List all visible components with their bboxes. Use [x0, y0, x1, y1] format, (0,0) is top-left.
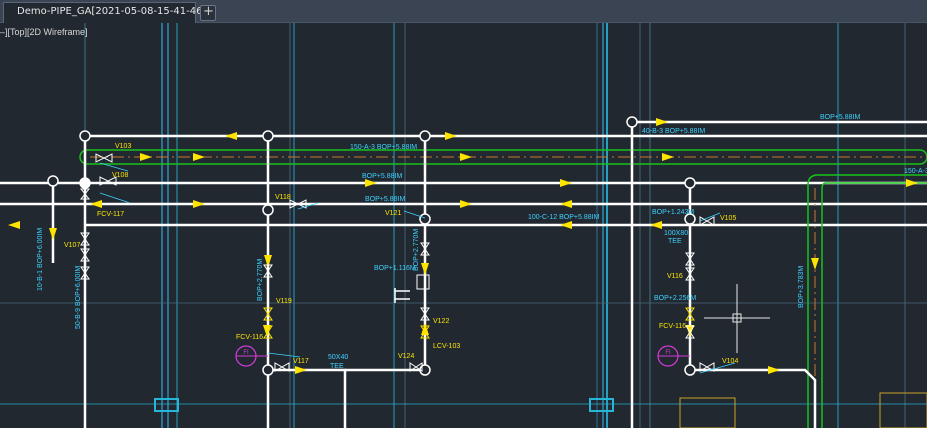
pipe-label: 10-B-1 BOP+6.00IM [37, 228, 44, 291]
pipe-support [154, 398, 179, 412]
pipe-junction-filled [80, 178, 90, 188]
pipe-junction [262, 364, 274, 376]
pipe-support [589, 398, 614, 412]
drawing-labels: 150-A-3 BOP+5.88IM BOP+5.88IM 40-B-3 BOP+5… [37, 114, 927, 370]
valves [79, 153, 736, 374]
flow-arrow-left [90, 200, 102, 208]
instrument-tag: FI [243, 350, 249, 356]
pipe-label: 50-B-9 BOP+6.00IM [75, 266, 82, 329]
pipe-label: FCV-116 [236, 334, 263, 341]
visual-style-control[interactable]: [2D Wireframe] [27, 27, 88, 37]
pipe-label: V108 [112, 172, 128, 179]
pipe-label: LCV-103 [433, 343, 460, 350]
pipe-label: BOP+3.783M [798, 266, 805, 308]
pipe-label: V124 [398, 353, 414, 360]
flow-arrow-down [686, 325, 694, 337]
flow-arrow-right [460, 200, 472, 208]
flow-arrow-right [193, 200, 205, 208]
leader-line [99, 192, 131, 204]
flow-arrow-left [560, 221, 572, 229]
pipe-label: BOP+5.88IM [820, 114, 860, 121]
view-control[interactable]: [Top] [8, 27, 28, 37]
flow-arrow-right [140, 153, 152, 161]
pipe-label: BOP+1.243M [652, 209, 694, 216]
pipe-label: 100-C-12 BOP+5.88IM [528, 214, 600, 221]
pipe-junction [47, 175, 59, 187]
document-tab-label: Demo-PIPE_GA[2021-05-08-15-41-46]* [17, 6, 212, 17]
equipment-outline [879, 392, 927, 428]
viewport-controls: –][Top][2D Wireframe] [0, 27, 88, 37]
viewport-menu-control[interactable]: –] [0, 27, 8, 37]
flow-arrow-up [421, 323, 429, 335]
flow-arrow-right [193, 153, 205, 161]
pipe-label: BOP+5.88IM [365, 196, 405, 203]
flow-arrow-right [445, 132, 457, 140]
pipe-label: V116 [667, 273, 683, 280]
flow-arrow-left [560, 200, 572, 208]
pipe-label: FCV-117 [97, 211, 124, 218]
pipe-junction [262, 130, 274, 142]
pipe-label: V104 [722, 358, 738, 365]
flow-arrow-down [421, 263, 429, 275]
pipe-green-vertical [807, 174, 927, 428]
pipe-label: BOP+2.770M [257, 259, 264, 301]
pipe-label: V103 [115, 143, 131, 150]
flow-arrows [8, 118, 918, 374]
pipe-junction [419, 213, 431, 225]
pipe-network [0, 116, 927, 428]
pipe-label: BOP+2.256M [654, 295, 696, 302]
pipe-label: V105 [720, 215, 736, 222]
crosshair-cursor [704, 284, 770, 353]
pipe-label: V119 [276, 298, 292, 305]
pipe-label: TEE [330, 363, 344, 370]
cad-application: Demo-PIPE_GA[2021-05-08-15-41-46]* + FI F… [0, 0, 927, 428]
flow-arrow-right [906, 179, 918, 187]
pipe-label: V121 [385, 210, 401, 217]
new-tab-button[interactable]: + [200, 4, 216, 21]
pipe-drawing-canvas[interactable]: FI FI 150-A-3 BOP+5.88IM BOP+5.88IM 40-B-3 … [0, 23, 927, 428]
flow-arrow-right [365, 179, 377, 187]
leader-line [267, 352, 301, 358]
flow-arrow-right [560, 179, 572, 187]
flow-arrow-left [225, 132, 237, 140]
pipe-label: 150-A-3 BOP+5.88IM [350, 144, 417, 151]
flow-arrow-left [8, 221, 20, 229]
equipment-outline [679, 397, 736, 428]
pipe-label: 100X80 [664, 230, 688, 237]
pipe-branch-center [268, 368, 347, 428]
pipe-branch-right [690, 368, 817, 428]
flow-arrow-down [49, 228, 57, 240]
control-valve-body [416, 274, 430, 290]
document-tab[interactable]: Demo-PIPE_GA[2021-05-08-15-41-46]* [3, 2, 211, 23]
drawing-viewport[interactable]: FI FI 150-A-3 BOP+5.88IM BOP+5.88IM 40-B-3 … [0, 23, 927, 428]
pipe-label: V118 [275, 194, 291, 201]
flow-arrow-right [768, 366, 780, 374]
pipe-junction [684, 364, 696, 376]
pipe-label: FCV-116 [659, 323, 686, 330]
pipe-label: BOP+1.116M [374, 265, 416, 272]
pipe-label: V107 [64, 242, 80, 249]
document-tab-bar: Demo-PIPE_GA[2021-05-08-15-41-46]* + [0, 0, 927, 23]
pipe-label: 40-B-3 BOP+5.88IM [642, 128, 705, 135]
pipe-label: TEE [668, 238, 682, 245]
pipe-label: 50X40 [328, 354, 348, 361]
flow-arrow-right [656, 118, 668, 126]
plus-icon: + [203, 4, 214, 19]
pipe-junction [419, 130, 431, 142]
pipe-junction [79, 130, 91, 142]
pipe-label: V122 [433, 318, 449, 325]
flow-arrow-right [662, 153, 674, 161]
pipe-junction [262, 204, 274, 216]
flow-arrow-down [811, 258, 819, 270]
flow-arrow-left [650, 221, 662, 229]
pipe-junction [684, 177, 696, 189]
pipe-junction [626, 116, 638, 128]
valve-symbol [95, 153, 113, 163]
pipe-label: 150-A-3 [904, 168, 927, 175]
instrument-tag: FI [665, 350, 671, 356]
pipe-label: BOP+5.88IM [362, 173, 402, 180]
pipe-label: V117 [293, 358, 309, 365]
flow-arrow-right [460, 153, 472, 161]
flow-arrow-right [295, 366, 307, 374]
